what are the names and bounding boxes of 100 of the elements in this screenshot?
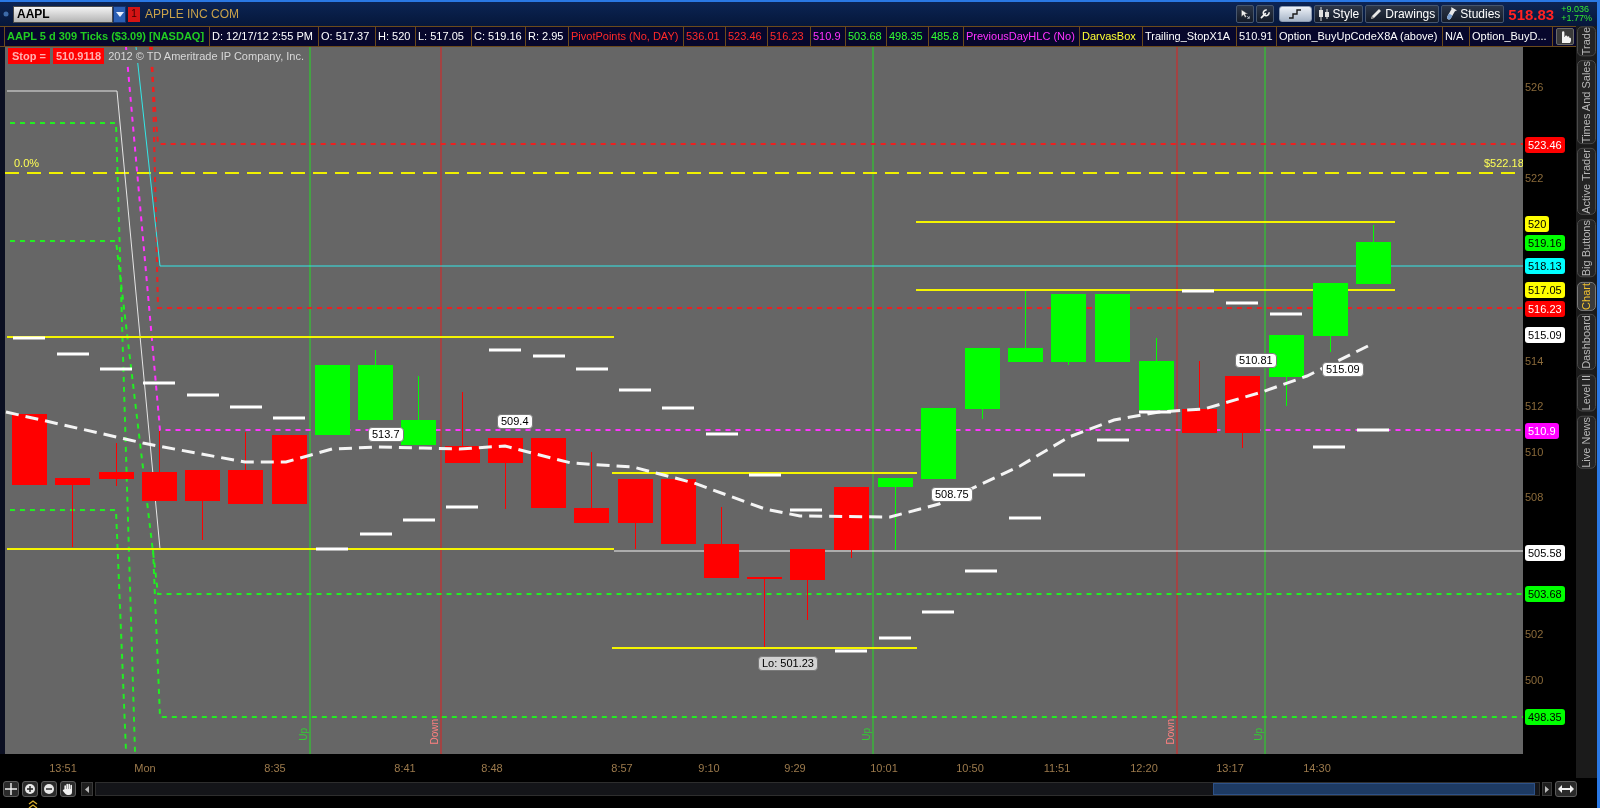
chart-info-text: 503.68 xyxy=(846,27,887,46)
level-label: $522.18 xyxy=(1484,157,1523,170)
company-name: APPLE INC COM xyxy=(145,7,240,21)
candlestick xyxy=(1313,282,1348,353)
scroll-left-button[interactable] xyxy=(81,782,93,796)
stop-marker xyxy=(965,569,997,573)
price-axis-label: 514 xyxy=(1525,354,1544,368)
pencil-icon xyxy=(1369,7,1383,21)
percent-change: +1.77% xyxy=(1561,14,1592,23)
symbol-field[interactable]: AAPL xyxy=(13,5,113,23)
signal-label: Down xyxy=(430,719,440,745)
price-callout: 513.7 xyxy=(368,427,404,442)
time-axis-label: 8:35 xyxy=(264,762,286,775)
side-tab[interactable]: Trade xyxy=(1577,26,1596,57)
side-tab[interactable]: Live News xyxy=(1577,415,1596,469)
chevrons-up-icon xyxy=(27,800,39,808)
chart-info-text: DarvasBox xyxy=(1080,27,1143,46)
crosshair-button[interactable] xyxy=(3,781,19,797)
stop-marker xyxy=(790,508,822,512)
side-tab[interactable]: Big Buttons xyxy=(1577,219,1596,278)
price-level-label: 518.13 xyxy=(1525,258,1565,274)
chart-info-text: 510.9 xyxy=(811,27,846,46)
price-level-label: 519.16 xyxy=(1525,235,1565,251)
stop-marker xyxy=(143,381,175,385)
scroll-right-button[interactable] xyxy=(1542,782,1552,796)
time-axis-label: 11:51 xyxy=(1043,762,1071,775)
chart-info-text: C: 519.16 xyxy=(472,27,526,46)
chart-info-text: D: 12/17/12 2:55 PM xyxy=(210,27,319,46)
candlestick xyxy=(618,478,653,550)
chart-info-text: Option_BuyD... xyxy=(1470,27,1553,46)
side-tab[interactable]: Level II xyxy=(1577,374,1596,412)
signal-label: Up xyxy=(862,728,872,741)
dropdown-button[interactable] xyxy=(113,5,126,23)
hand-pointer-button[interactable] xyxy=(1556,28,1574,45)
low-price-callout: Lo: 501.23 xyxy=(758,656,818,671)
crosshair-icon xyxy=(5,783,17,795)
time-axis-label: 8:57 xyxy=(611,762,633,775)
price-axis-label: 522 xyxy=(1525,171,1544,185)
level-label: 0.0% xyxy=(14,157,40,170)
price-axis-label: 510 xyxy=(1525,445,1544,459)
price-level-label: 505.58 xyxy=(1525,545,1565,561)
zoom-out-button[interactable] xyxy=(41,781,57,797)
chart-info-text: PivotPoints (No, DAY) xyxy=(569,27,684,46)
price-callout: 509.4 xyxy=(497,414,533,429)
stop-marker xyxy=(100,367,132,371)
candlestick-icon xyxy=(1317,7,1330,21)
scrollbar-track[interactable] xyxy=(95,782,1540,796)
step-line-icon xyxy=(1288,9,1303,19)
hand-tool-button[interactable] xyxy=(60,781,76,797)
price-level-label: 515.09 xyxy=(1525,327,1565,343)
chart-info-text: 510.91 xyxy=(1237,27,1277,46)
candlestick xyxy=(661,479,696,544)
scrollbar-thumb[interactable] xyxy=(1213,783,1535,795)
toolbar-button[interactable]: Style xyxy=(1313,5,1364,23)
chart-info-text: 536.01 xyxy=(684,27,726,46)
expand-button[interactable] xyxy=(1555,781,1577,797)
time-axis-label: 13:17 xyxy=(1216,762,1244,775)
time-axis-label: 13:51 xyxy=(49,762,77,775)
stop-marker xyxy=(1139,410,1171,414)
price-callout: 510.81 xyxy=(1235,353,1277,368)
price-level-label: 520 xyxy=(1525,216,1550,232)
stop-marker xyxy=(1226,301,1258,305)
chart-info-text: R: 2.95 xyxy=(526,27,569,46)
stop-marker xyxy=(360,532,392,536)
chart-info-text: H: 520 xyxy=(376,27,416,46)
time-axis-label: 14:30 xyxy=(1303,762,1331,775)
net-change: +9.036 xyxy=(1561,5,1590,14)
stop-marker xyxy=(1009,516,1041,520)
time-axis-label: 9:29 xyxy=(784,762,806,775)
zoom-in-icon xyxy=(24,783,36,795)
chart-info-text: 516.23 xyxy=(768,27,811,46)
last-price: 518.83 xyxy=(1508,5,1555,23)
candlestick xyxy=(921,408,956,479)
candlestick xyxy=(12,414,47,485)
stop-marker xyxy=(576,367,608,371)
side-tab[interactable]: Active Trader xyxy=(1577,148,1596,216)
chart-info-text: N/A xyxy=(1443,27,1470,46)
price-level-label: 516.23 xyxy=(1525,301,1565,317)
side-tab[interactable]: Times And Sales xyxy=(1577,60,1596,145)
price-callout: 515.09 xyxy=(1322,362,1364,377)
side-tab[interactable]: Chart xyxy=(1577,281,1596,311)
cursor-tool-button[interactable] xyxy=(1235,5,1254,23)
stop-marker xyxy=(1270,312,1302,316)
stop-marker xyxy=(1357,428,1389,432)
stop-marker xyxy=(489,348,521,352)
chart-info-text: AAPL 5 d 309 Ticks ($3.09) [NASDAQ] xyxy=(5,27,210,46)
price-level-label: 498.35 xyxy=(1525,709,1565,725)
caret-down-icon xyxy=(115,11,124,17)
wrench-button[interactable] xyxy=(1255,5,1274,23)
side-tab[interactable]: Dashboard xyxy=(1577,314,1596,371)
toolbar-button[interactable]: Drawings xyxy=(1365,5,1440,23)
stop-marker xyxy=(835,649,867,653)
toolbar-button[interactable]: Studies xyxy=(1441,5,1505,23)
chart-info-text: 523.46 xyxy=(726,27,768,46)
copyright-text: 2012 © TD Ameritrade IP Company, Inc. xyxy=(107,49,305,63)
chart-mode-toggle[interactable] xyxy=(1278,6,1312,22)
candlestick xyxy=(142,430,177,502)
zoom-in-button[interactable] xyxy=(22,781,38,797)
candlestick xyxy=(185,469,220,541)
chart-info-text: Trailing_StopX1A xyxy=(1143,27,1237,46)
